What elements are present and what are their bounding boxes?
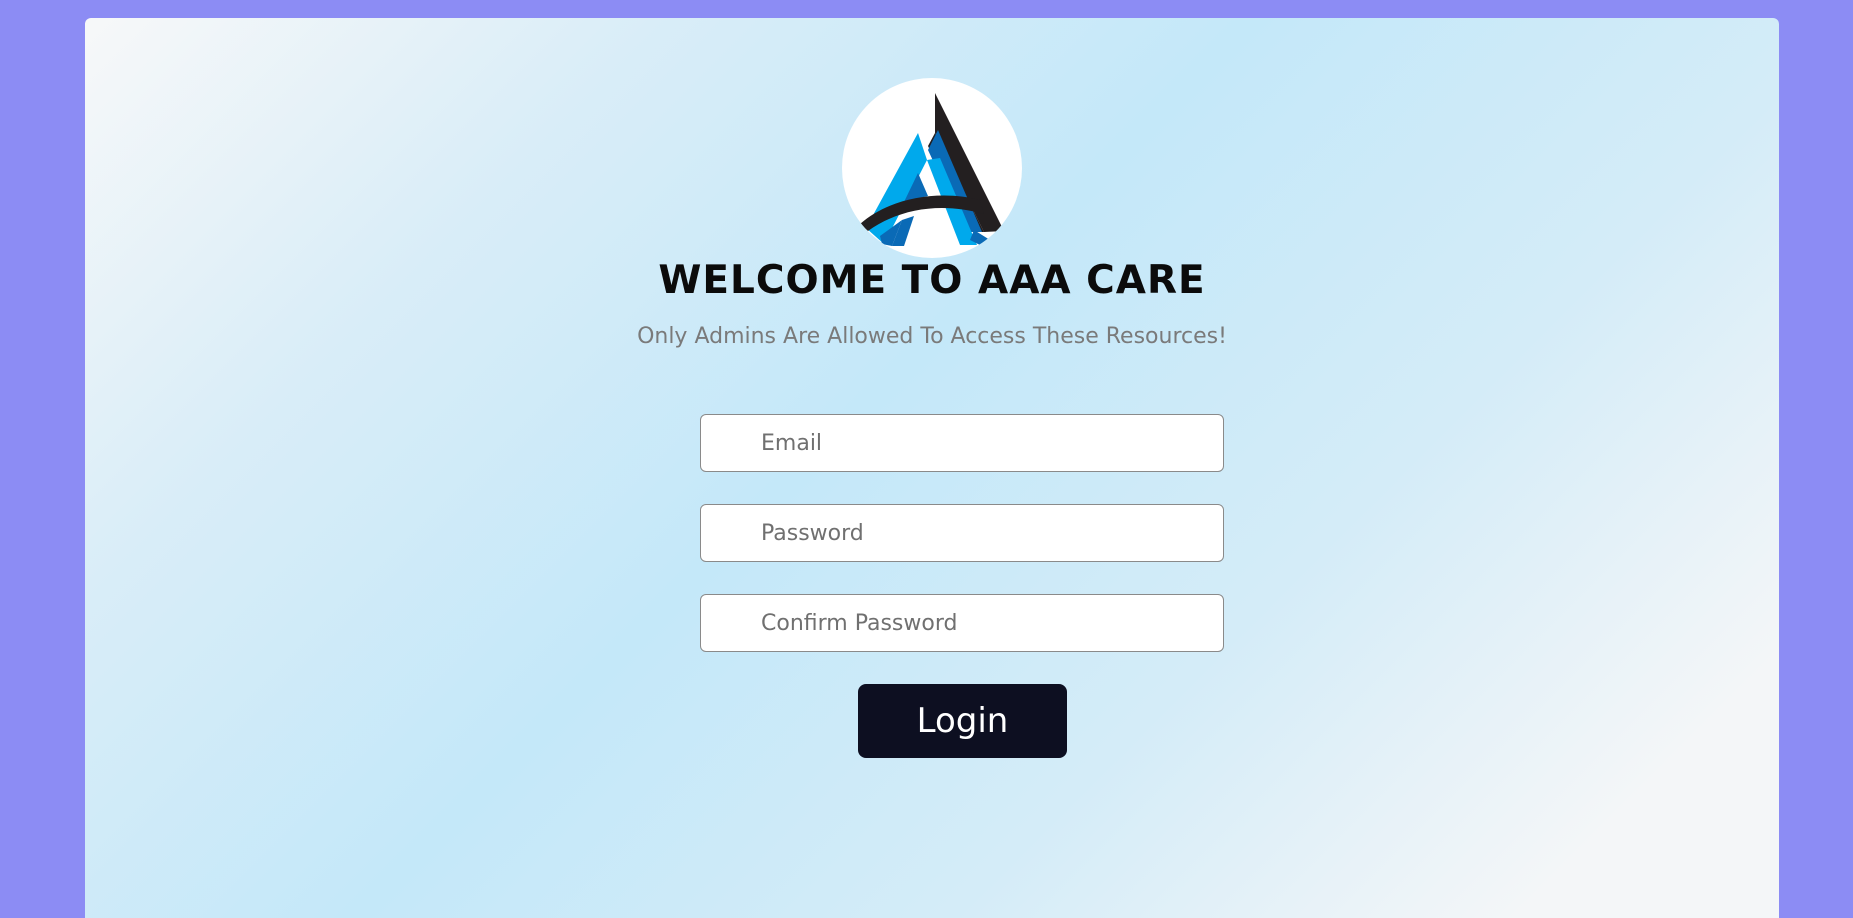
password-field[interactable] bbox=[700, 504, 1224, 562]
page-subtitle: Only Admins Are Allowed To Access These … bbox=[637, 324, 1227, 349]
confirm-password-field[interactable] bbox=[700, 594, 1224, 652]
login-card: WELCOME TO AAA CARE Only Admins Are Allo… bbox=[85, 18, 1779, 918]
login-button[interactable]: Login bbox=[858, 684, 1067, 758]
page-title: WELCOME TO AAA CARE bbox=[658, 258, 1206, 303]
aaa-care-logo-icon bbox=[842, 78, 1022, 258]
email-field[interactable] bbox=[700, 414, 1224, 472]
